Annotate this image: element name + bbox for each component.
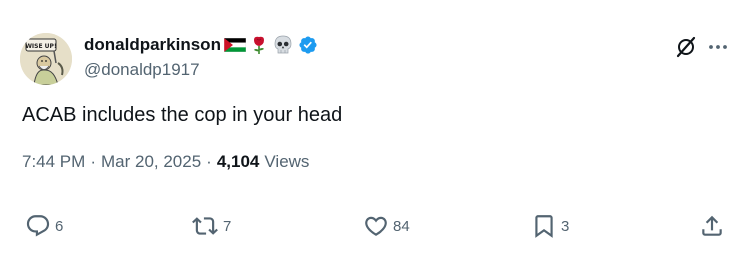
views-count: 4,104 [216,152,260,171]
like-count: 84 [393,217,410,235]
views-label: Views [264,152,310,171]
tweet-meta: 7:44 PM · Mar 20, 2025 · 4,104 Views [22,152,309,172]
rose-icon [250,35,268,55]
grok-icon [676,36,696,58]
more-options-button[interactable] [706,35,730,59]
reply-button[interactable]: 6 [25,212,63,240]
share-icon [702,215,722,236]
avatar-sign-text: WISE UP! [25,43,56,50]
meta-separator: · [206,152,212,171]
tweet-time[interactable]: 7:44 PM [22,152,85,172]
skull-icon [273,35,293,55]
avatar-image: WISE UP! [20,33,72,85]
bookmark-icon [535,215,553,238]
more-dots-icon [709,45,727,49]
like-button[interactable]: 84 [363,212,410,240]
repost-button[interactable]: 7 [191,212,231,240]
grok-button[interactable] [674,35,698,59]
meta-separator: · [90,152,96,171]
palestine-flag-icon [223,38,246,52]
share-button[interactable] [699,212,725,240]
tweet-text: ACAB includes the cop in your head [22,104,343,126]
repost-count: 7 [223,217,232,235]
heart-icon [365,216,387,236]
author-name-row: donaldparkinson [84,34,318,56]
author-display-name[interactable]: donaldparkinson [84,35,221,55]
tweet-date[interactable]: Mar 20, 2025 [101,152,201,172]
reply-icon [26,215,50,237]
bookmark-count: 3 [561,217,570,235]
bookmark-button[interactable]: 3 [531,212,569,240]
author-handle[interactable]: @donaldp1917 [84,60,200,80]
avatar[interactable]: WISE UP! [20,33,72,85]
repost-icon [192,217,218,235]
verified-badge-icon[interactable] [298,35,318,55]
reply-count: 6 [55,217,64,235]
